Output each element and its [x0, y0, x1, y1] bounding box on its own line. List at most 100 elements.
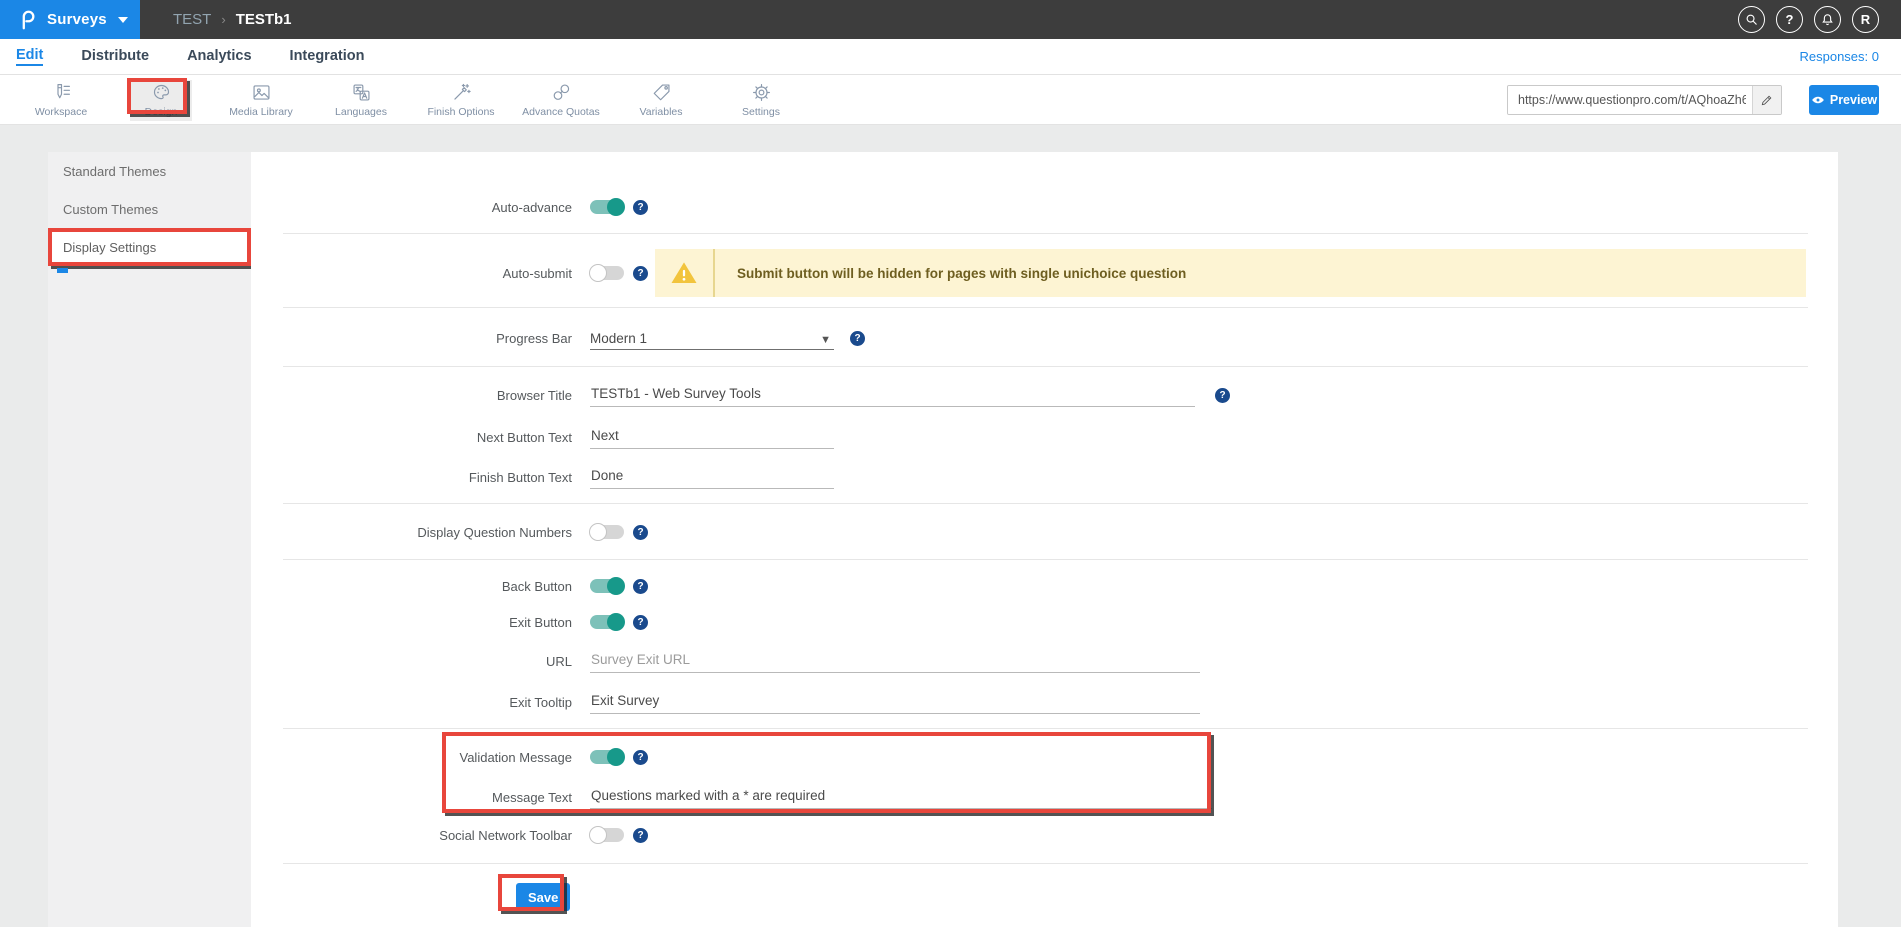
- divider: [283, 503, 1808, 504]
- divider: [283, 307, 1808, 308]
- field-label: Exit Tooltip: [251, 695, 572, 710]
- help-icon[interactable]: ?: [1776, 6, 1803, 33]
- toolbar-item-media-library[interactable]: Media Library: [211, 75, 311, 125]
- toolbar-item-settings[interactable]: Settings: [711, 75, 811, 125]
- field-label: Auto-advance: [251, 200, 572, 215]
- divider: [283, 233, 1808, 234]
- row-exit-button: Exit Button ?: [251, 609, 1838, 635]
- variables-tag-icon: [651, 82, 672, 103]
- finish-options-wand-icon: [451, 82, 472, 103]
- toolbar-item-label: Settings: [742, 106, 780, 118]
- responses-count[interactable]: Responses: 0: [1800, 49, 1880, 64]
- row-next-button-text: Next Button Text: [251, 424, 1838, 450]
- surveys-menu-label: Surveys: [47, 11, 107, 28]
- toggle-knob: [589, 826, 607, 844]
- surveys-product-menu[interactable]: Surveys: [0, 0, 140, 39]
- toolbar-item-workspace[interactable]: Workspace: [11, 75, 111, 125]
- help-icon[interactable]: ?: [633, 525, 648, 540]
- auto-advance-toggle[interactable]: [590, 200, 624, 214]
- field-label: Next Button Text: [251, 430, 572, 445]
- social-network-toolbar-toggle[interactable]: [590, 828, 624, 842]
- exit-url-input[interactable]: [590, 649, 1200, 673]
- sidebar-item-custom-themes[interactable]: Custom Themes: [48, 190, 251, 228]
- workspace-icon: [51, 82, 72, 103]
- toggle-knob: [607, 577, 625, 595]
- tab-integration[interactable]: Integration: [290, 48, 365, 65]
- tab-distribute[interactable]: Distribute: [81, 48, 149, 65]
- divider: [283, 366, 1808, 367]
- next-button-text-input[interactable]: [590, 425, 834, 449]
- progress-bar-select[interactable]: Modern 1 ▼: [590, 326, 834, 350]
- design-palette-icon: [151, 82, 172, 103]
- divider: [283, 559, 1808, 560]
- back-button-toggle[interactable]: [590, 579, 624, 593]
- breadcrumb-folder[interactable]: TEST: [173, 11, 211, 28]
- header-icon-group: ? R: [1738, 0, 1879, 39]
- help-icon[interactable]: ?: [633, 200, 648, 215]
- help-icon[interactable]: ?: [633, 579, 648, 594]
- avatar[interactable]: R: [1852, 6, 1879, 33]
- help-icon[interactable]: ?: [633, 750, 648, 765]
- toggle-knob: [589, 264, 607, 282]
- field-label: Validation Message: [251, 750, 572, 765]
- row-exit-url: URL: [251, 648, 1838, 674]
- toolbar-item-languages[interactable]: Languages: [311, 75, 411, 125]
- breadcrumb: TEST › TESTb1: [173, 0, 292, 39]
- field-label: URL: [251, 654, 572, 669]
- notifications-bell-icon[interactable]: [1814, 6, 1841, 33]
- help-icon[interactable]: ?: [633, 266, 648, 281]
- advance-quotas-chain-icon: [551, 82, 572, 103]
- tab-analytics[interactable]: Analytics: [187, 48, 251, 65]
- save-button[interactable]: Save: [516, 883, 570, 911]
- toggle-knob: [607, 198, 625, 216]
- questionpro-logo-icon: [16, 9, 38, 31]
- toolbar-item-design[interactable]: Design: [111, 75, 211, 125]
- auto-submit-toggle[interactable]: [590, 266, 624, 280]
- row-auto-submit: Auto-submit ? Submit button will be hi: [251, 249, 1838, 297]
- toolbar-item-label: Finish Options: [427, 106, 494, 118]
- preview-button[interactable]: Preview: [1809, 85, 1879, 115]
- top-header-bar: Surveys TEST › TESTb1 ? R: [0, 0, 1901, 39]
- help-icon[interactable]: ?: [633, 615, 648, 630]
- display-question-numbers-toggle[interactable]: [590, 525, 624, 539]
- tab-edit[interactable]: Edit: [16, 47, 43, 66]
- row-validation-message: Validation Message ?: [251, 744, 1838, 770]
- field-label: Message Text: [251, 790, 572, 805]
- field-label: Display Question Numbers: [251, 525, 572, 540]
- edit-url-button[interactable]: [1752, 86, 1781, 114]
- eye-icon: [1811, 93, 1825, 107]
- toolbar-item-label: Workspace: [35, 106, 87, 118]
- message-text-input[interactable]: [590, 785, 1212, 809]
- row-auto-advance: Auto-advance ?: [251, 194, 1838, 220]
- finish-button-text-input[interactable]: [590, 465, 834, 489]
- exit-button-toggle[interactable]: [590, 615, 624, 629]
- browser-title-input[interactable]: [590, 383, 1195, 407]
- breadcrumb-survey-name: TESTb1: [236, 11, 292, 28]
- warning-message: Submit button will be hidden for pages w…: [737, 266, 1186, 281]
- design-sidebar: Standard Themes Custom Themes Display Se…: [48, 152, 251, 927]
- app-root: Surveys TEST › TESTb1 ? R Edit Distribut…: [0, 0, 1901, 927]
- row-exit-tooltip: Exit Tooltip: [251, 689, 1838, 715]
- row-social-network-toolbar: Social Network Toolbar ?: [251, 822, 1838, 848]
- survey-url-box: [1507, 85, 1782, 115]
- validation-message-toggle[interactable]: [590, 750, 624, 764]
- toolbar-item-finish-options[interactable]: Finish Options: [411, 75, 511, 125]
- row-finish-button-text: Finish Button Text: [251, 464, 1838, 490]
- survey-url-input[interactable]: [1508, 86, 1752, 114]
- pencil-icon: [1760, 93, 1774, 107]
- toolbar-item-variables[interactable]: Variables: [611, 75, 711, 125]
- help-icon[interactable]: ?: [850, 331, 865, 346]
- languages-icon: [351, 82, 372, 103]
- exit-tooltip-input[interactable]: [590, 690, 1200, 714]
- toolbar-item-advance-quotas[interactable]: Advance Quotas: [511, 75, 611, 125]
- media-library-icon: [251, 82, 272, 103]
- help-icon[interactable]: ?: [633, 828, 648, 843]
- sidebar-item-standard-themes[interactable]: Standard Themes: [48, 152, 251, 190]
- row-progress-bar: Progress Bar Modern 1 ▼ ?: [251, 325, 1838, 351]
- toolbar-item-label: Design: [145, 106, 178, 118]
- row-display-question-numbers: Display Question Numbers ?: [251, 519, 1838, 545]
- progress-bar-selected-value: Modern 1: [590, 331, 647, 346]
- sidebar-item-display-settings[interactable]: Display Settings: [48, 228, 251, 266]
- search-icon[interactable]: [1738, 6, 1765, 33]
- help-icon[interactable]: ?: [1215, 388, 1230, 403]
